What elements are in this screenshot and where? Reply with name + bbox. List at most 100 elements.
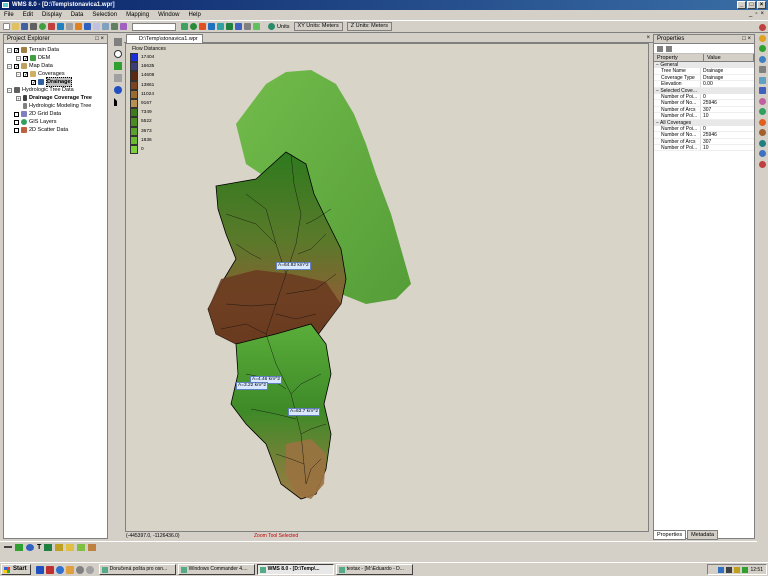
grid-icon[interactable]: [235, 23, 242, 30]
checkbox-icon[interactable]: [14, 111, 19, 117]
tab-properties[interactable]: Properties: [653, 530, 687, 540]
tree-item-map-data[interactable]: − ✓ Map Data: [4, 62, 107, 70]
import-icon[interactable]: [57, 23, 64, 30]
tree-item-drainage-coverage-tree[interactable]: + Drainage Coverage Tree: [4, 94, 107, 102]
checkbox-checked-icon[interactable]: ✓: [23, 71, 28, 77]
select-polygon-icon[interactable]: [55, 543, 64, 551]
expand-icon[interactable]: −: [7, 63, 12, 69]
menu-selection[interactable]: Selection: [92, 12, 117, 18]
xy-units-button[interactable]: XY Units: Meters: [293, 22, 343, 31]
rotate-icon[interactable]: [93, 23, 100, 30]
delete-icon[interactable]: [48, 23, 55, 30]
select-vertex-icon[interactable]: [88, 543, 97, 551]
frame-icon[interactable]: [75, 23, 82, 30]
tree-item-terrain-data[interactable]: − ✓ Terrain Data: [4, 46, 107, 54]
maximize-button[interactable]: □: [747, 1, 756, 9]
quicklaunch-red-icon[interactable]: [45, 565, 54, 574]
property-row[interactable]: Number of Pol... 10: [654, 145, 754, 152]
tool-red-icon[interactable]: [759, 24, 766, 31]
tree-item-2d-grid-data[interactable]: 2D Grid Data: [4, 110, 107, 118]
doc-minimize-button[interactable]: _: [749, 11, 752, 17]
new-file-icon[interactable]: [3, 23, 10, 30]
tool-orange-icon[interactable]: [759, 34, 766, 42]
create-arc-icon[interactable]: [15, 543, 23, 551]
sort-alpha-icon[interactable]: [666, 45, 672, 52]
display-options-icon[interactable]: [120, 23, 127, 30]
tool-stop-icon[interactable]: [759, 160, 766, 168]
tray-lang-icon[interactable]: [734, 566, 741, 573]
zoom-icon[interactable]: [114, 50, 122, 58]
tool-map-icon[interactable]: [759, 108, 766, 115]
select-feature-icon[interactable]: [44, 543, 53, 551]
tool-globe-icon[interactable]: [759, 150, 766, 157]
plan-view-icon[interactable]: [102, 23, 109, 30]
tree-item-gis-layers[interactable]: GIS Layers: [4, 118, 107, 126]
tool-fire-icon[interactable]: [759, 118, 766, 126]
tray-status-icon[interactable]: [742, 566, 749, 573]
units-label[interactable]: Units: [277, 24, 290, 30]
document-tab[interactable]: D:\Temp\stonavica1.wpr: [126, 34, 203, 43]
refresh-icon[interactable]: [66, 23, 73, 30]
tray-volume-icon[interactable]: [726, 566, 733, 573]
get-info-icon[interactable]: [39, 23, 46, 30]
expand-icon[interactable]: +: [16, 95, 21, 101]
tree-item-hydrologic-tree-data[interactable]: − Hydrologic Tree Data: [4, 86, 107, 94]
select-arrow-icon[interactable]: [114, 98, 122, 106]
task-windows-commander[interactable]: Windows Commander 4....: [177, 564, 255, 575]
tool-cyan-icon[interactable]: [759, 76, 766, 84]
select-point-icon[interactable]: [66, 543, 75, 551]
view-icon[interactable]: [84, 23, 91, 30]
task-textax[interactable]: textax - [M:\Eduardo - D...: [335, 564, 413, 575]
tree-icon[interactable]: [181, 23, 188, 30]
tool-blue-icon[interactable]: [759, 55, 766, 63]
expand-icon[interactable]: −: [7, 87, 12, 93]
draw-line-icon[interactable]: [4, 546, 12, 548]
rotate-tool-icon[interactable]: [114, 74, 122, 82]
checkbox-icon[interactable]: [14, 127, 19, 133]
module-selector-dropdown[interactable]: [132, 22, 176, 31]
checkbox-checked-icon[interactable]: ✓: [23, 55, 28, 61]
map-view[interactable]: Flow Distances 17404 16635 14608 13861 11024…: [125, 43, 649, 532]
expand-icon[interactable]: −: [16, 55, 21, 61]
checkbox-checked-icon[interactable]: ✓: [31, 79, 36, 85]
print-icon[interactable]: [30, 23, 37, 30]
quicklaunch-browser-icon[interactable]: [55, 565, 64, 574]
checkbox-checked-icon[interactable]: ✓: [14, 63, 19, 69]
quicklaunch-mail-icon[interactable]: [65, 565, 74, 574]
tool-teal-icon[interactable]: [759, 139, 766, 147]
menu-window[interactable]: Window: [158, 12, 179, 18]
task-wms[interactable]: WMS 8.0 - [D:\Temp\...: [256, 564, 334, 575]
start-button[interactable]: Start: [1, 564, 31, 575]
tool-model-icon[interactable]: [759, 87, 766, 94]
menu-help[interactable]: Help: [188, 12, 200, 18]
tool-green-icon[interactable]: [759, 45, 766, 52]
map-icon[interactable]: [253, 23, 260, 30]
select-arc-icon[interactable]: [77, 543, 86, 551]
tree-item-hydrologic-modeling-tree[interactable]: Hydrologic Modeling Tree: [4, 102, 107, 110]
task-mail[interactable]: Doručená pošta pro osn...: [98, 564, 176, 575]
menu-edit[interactable]: Edit: [23, 12, 33, 18]
hydrograph-icon[interactable]: [208, 23, 215, 30]
watershed-map[interactable]: [126, 44, 649, 532]
quicklaunch-refresh-icon[interactable]: [85, 565, 94, 574]
units-icon[interactable]: [268, 23, 275, 30]
checkbox-icon[interactable]: [14, 119, 19, 125]
z-units-button[interactable]: Z Units: Meters: [346, 22, 392, 31]
expand-icon[interactable]: −: [7, 47, 12, 53]
tool-brown-icon[interactable]: [759, 129, 766, 136]
panel-close-icon[interactable]: □ ×: [95, 35, 104, 44]
minimize-button[interactable]: _: [737, 1, 746, 9]
oblique-view-icon[interactable]: [111, 23, 118, 30]
pan-icon[interactable]: [114, 38, 122, 46]
quicklaunch-media-icon[interactable]: [75, 565, 84, 574]
save-icon[interactable]: [21, 23, 28, 30]
menu-mapping[interactable]: Mapping: [126, 12, 149, 18]
tree-item-drainage[interactable]: ✓ Drainage: [4, 77, 107, 87]
select-drainage-icon[interactable]: [114, 62, 122, 70]
text-tool-icon[interactable]: T: [37, 544, 41, 551]
tree-item-dem[interactable]: − ✓ DEM: [4, 54, 107, 62]
create-node-icon[interactable]: [26, 543, 34, 551]
open-folder-icon[interactable]: [12, 23, 19, 30]
model-icon[interactable]: [226, 23, 233, 30]
tree-item-2d-scatter-data[interactable]: 2D Scatter Data: [4, 126, 107, 134]
